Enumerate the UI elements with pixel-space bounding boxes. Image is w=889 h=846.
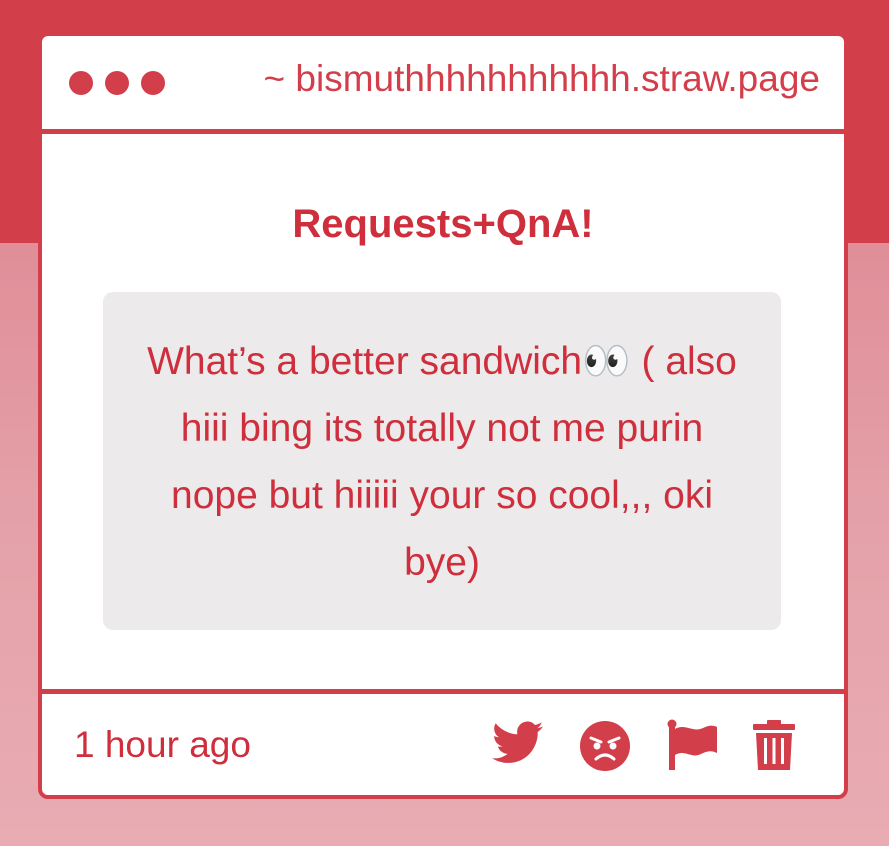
card-footer: 1 hour ago: [42, 689, 844, 800]
twitter-icon[interactable]: [492, 721, 544, 770]
question-card: ~ bismuthhhhhhhhhhh.straw.page Requests+…: [38, 32, 848, 799]
window-dot-1: [69, 71, 93, 95]
flag-icon[interactable]: [667, 719, 719, 776]
site-url: ~ bismuthhhhhhhhhhh.straw.page: [263, 58, 820, 99]
window-dot-3: [141, 71, 165, 95]
message-box: What’s a better sandwich👀 ( also hiii bi…: [103, 292, 781, 630]
angry-face-icon[interactable]: [580, 721, 630, 776]
page-title: Requests+QnA!: [292, 202, 594, 246]
trash-icon[interactable]: [753, 720, 795, 775]
window-dot-2: [105, 71, 129, 95]
message-text: What’s a better sandwich👀 ( also hiii bi…: [147, 340, 737, 584]
window-titlebar: ~ bismuthhhhhhhhhhh.straw.page: [42, 36, 844, 134]
timestamp: 1 hour ago: [74, 724, 251, 765]
